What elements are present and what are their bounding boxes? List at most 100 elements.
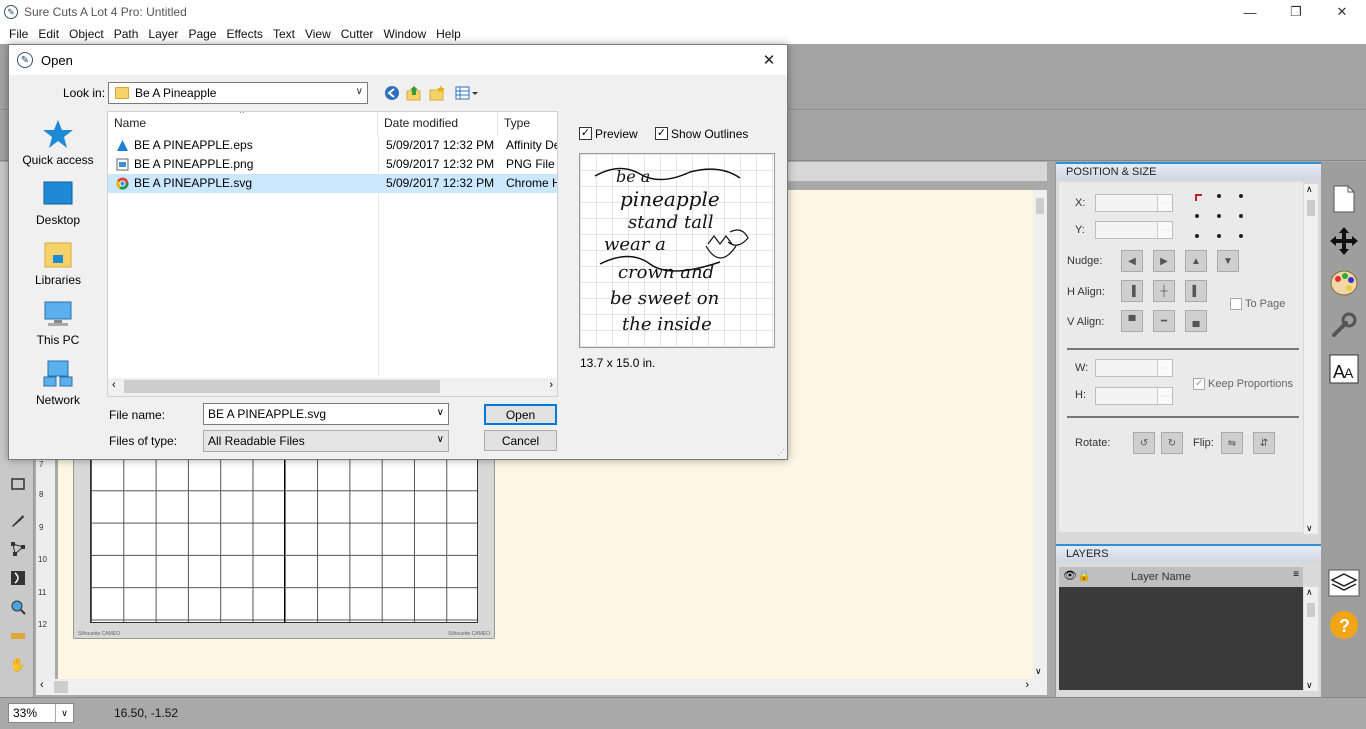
rotate-left-icon[interactable]: ↺ xyxy=(1133,432,1155,454)
view-menu-icon[interactable] xyxy=(454,84,480,102)
scroll-thumb[interactable] xyxy=(54,681,68,693)
menu-text[interactable]: Text xyxy=(268,27,300,41)
menu-effects[interactable]: Effects xyxy=(221,27,267,41)
restore-button[interactable]: ❐ xyxy=(1273,0,1319,24)
hand-tool-icon[interactable]: ✋ xyxy=(8,655,28,675)
zoom-select[interactable]: 33% ∨ xyxy=(8,703,74,723)
ruler-tool-icon[interactable] xyxy=(8,626,28,646)
scroll-right-icon[interactable]: › xyxy=(1025,679,1029,691)
visibility-eye-icon[interactable]: 👁 xyxy=(1063,569,1077,582)
libraries-item[interactable]: Libraries xyxy=(9,239,107,287)
file-list[interactable]: Name Date modified Type ^ BE A PINEAPPLE… xyxy=(107,111,558,397)
file-row[interactable]: BE A PINEAPPLE.png 5/09/2017 12:32 PM PN… xyxy=(108,155,557,174)
align-left-icon[interactable]: ▐ xyxy=(1121,280,1143,302)
file-name-input[interactable]: BE A PINEAPPLE.svg ∨ xyxy=(203,403,449,425)
look-in-select[interactable]: Be A Pineapple ∨ xyxy=(108,82,368,104)
scroll-right-icon[interactable]: › xyxy=(549,379,553,391)
text-size-icon[interactable]: AA xyxy=(1326,352,1362,386)
scroll-down-icon[interactable]: ∨ xyxy=(1306,680,1313,691)
menu-edit[interactable]: Edit xyxy=(33,27,64,41)
align-middle-v-icon[interactable]: ━ xyxy=(1153,310,1175,332)
lock-icon[interactable]: 🔒 xyxy=(1077,569,1091,582)
scroll-up-icon[interactable]: ∧ xyxy=(1306,184,1313,195)
move-arrows-icon[interactable] xyxy=(1326,224,1362,258)
scroll-thumb[interactable] xyxy=(1307,200,1315,216)
rotate-right-icon[interactable]: ↻ xyxy=(1161,432,1183,454)
help-icon[interactable]: ? xyxy=(1326,608,1362,642)
anchor-point-grid[interactable] xyxy=(1193,192,1245,240)
align-bottom-icon[interactable]: ▄ xyxy=(1185,310,1207,332)
dialog-close-icon[interactable]: ✕ xyxy=(759,50,779,70)
canvas-vertical-scrollbar[interactable]: ∨ xyxy=(1033,190,1047,679)
scroll-thumb[interactable] xyxy=(1307,603,1315,617)
scroll-up-icon[interactable]: ∧ xyxy=(1306,587,1313,598)
rectangle-tool-icon[interactable] xyxy=(8,474,28,494)
canvas-horizontal-scrollbar[interactable]: ‹ › xyxy=(36,679,1047,695)
menu-path[interactable]: Path xyxy=(109,27,144,41)
quick-access-item[interactable]: Quick access xyxy=(9,119,107,167)
chevron-down-icon[interactable]: ∨ xyxy=(437,407,444,418)
close-window-button[interactable]: ✕ xyxy=(1319,0,1365,24)
pen-tool-icon[interactable] xyxy=(8,510,28,530)
show-outlines-checkbox[interactable]: ✓ xyxy=(655,127,668,140)
column-header-date[interactable]: Date modified xyxy=(378,112,498,136)
x-input[interactable] xyxy=(1095,194,1173,212)
flip-vertical-icon[interactable]: ⇵ xyxy=(1253,432,1275,454)
layers-list[interactable] xyxy=(1059,570,1303,690)
width-input[interactable] xyxy=(1095,359,1173,377)
open-button[interactable]: Open xyxy=(484,404,557,425)
scroll-left-icon[interactable]: ‹ xyxy=(40,679,44,691)
menu-cutter[interactable]: Cutter xyxy=(336,27,379,41)
scroll-down-icon[interactable]: ∨ xyxy=(1306,523,1313,534)
resize-grip-icon[interactable]: ⋰ xyxy=(777,448,785,457)
preview-checkbox[interactable]: ✓ xyxy=(579,127,592,140)
height-input[interactable] xyxy=(1095,387,1173,405)
keep-proportions-checkbox[interactable]: ✓ xyxy=(1193,378,1205,390)
zoom-tool-icon[interactable] xyxy=(8,597,28,617)
scroll-down-icon[interactable]: ∨ xyxy=(1035,666,1042,677)
menu-window[interactable]: Window xyxy=(378,27,431,41)
back-icon[interactable] xyxy=(383,84,401,102)
network-item[interactable]: Network xyxy=(9,359,107,407)
minimize-button[interactable]: — xyxy=(1227,0,1273,24)
flip-horizontal-icon[interactable]: ⇋ xyxy=(1221,432,1243,454)
menu-page[interactable]: Page xyxy=(183,27,221,41)
layers-scrollbar[interactable]: ∧ ∨ xyxy=(1304,587,1318,691)
file-row-selected[interactable]: BE A PINEAPPLE.svg 5/09/2017 12:32 PM Ch… xyxy=(108,174,557,193)
align-top-icon[interactable]: ▀ xyxy=(1121,310,1143,332)
color-palette-icon[interactable] xyxy=(1326,266,1362,300)
file-row[interactable]: BE A PINEAPPLE.eps 5/09/2017 12:32 PM Af… xyxy=(108,136,557,155)
nudge-down-icon[interactable]: ▼ xyxy=(1217,250,1239,272)
column-header-type[interactable]: Type xyxy=(498,112,557,136)
chevron-down-icon[interactable]: ∨ xyxy=(55,704,73,722)
files-of-type-select[interactable]: All Readable Files ∨ xyxy=(203,430,449,452)
scroll-left-icon[interactable]: ‹ xyxy=(112,379,116,391)
layers-icon[interactable] xyxy=(1326,566,1362,600)
this-pc-item[interactable]: This PC xyxy=(9,299,107,347)
menu-file[interactable]: File xyxy=(4,27,33,41)
menu-layer[interactable]: Layer xyxy=(143,27,183,41)
nudge-up-icon[interactable]: ▲ xyxy=(1185,250,1207,272)
menu-help[interactable]: Help xyxy=(431,27,466,41)
desktop-item[interactable]: Desktop xyxy=(9,179,107,227)
menu-object[interactable]: Object xyxy=(64,27,109,41)
scroll-thumb[interactable] xyxy=(1036,198,1044,214)
position-panel-scrollbar[interactable]: ∧ ∨ xyxy=(1304,184,1318,534)
wrench-icon[interactable] xyxy=(1326,308,1362,342)
document-icon[interactable] xyxy=(1326,182,1362,216)
align-center-h-icon[interactable]: ┼ xyxy=(1153,280,1175,302)
menu-view[interactable]: View xyxy=(300,27,336,41)
nudge-right-icon[interactable]: ▶ xyxy=(1153,250,1175,272)
file-list-horizontal-scrollbar[interactable]: ‹ › xyxy=(108,378,557,396)
up-folder-icon[interactable] xyxy=(405,84,423,102)
nudge-left-icon[interactable]: ◀ xyxy=(1121,250,1143,272)
knife-tool-icon[interactable] xyxy=(8,568,28,588)
node-edit-tool-icon[interactable] xyxy=(8,539,28,559)
align-right-icon[interactable]: ▌ xyxy=(1185,280,1207,302)
new-folder-icon[interactable] xyxy=(428,84,446,102)
cancel-button[interactable]: Cancel xyxy=(484,430,557,451)
to-page-checkbox[interactable] xyxy=(1230,298,1242,310)
scroll-thumb[interactable] xyxy=(124,380,440,393)
y-input[interactable] xyxy=(1095,221,1173,239)
layers-menu-icon[interactable]: ≡ xyxy=(1293,569,1299,580)
